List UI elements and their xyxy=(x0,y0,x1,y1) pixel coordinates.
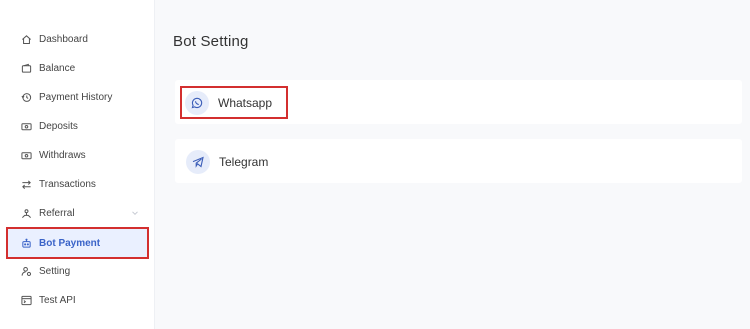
sidebar-item-balance[interactable]: Balance xyxy=(6,54,149,83)
whatsapp-option[interactable]: Whatsapp xyxy=(180,86,288,119)
robot-icon xyxy=(19,236,33,250)
sidebar-item-bot-payment[interactable]: Bot Payment xyxy=(6,227,149,259)
money-icon xyxy=(19,149,33,163)
terminal-icon xyxy=(19,294,33,308)
wallet-icon xyxy=(19,62,33,76)
bot-row-telegram[interactable]: Telegram xyxy=(175,139,742,183)
sidebar-item-label: Payment History xyxy=(39,92,113,103)
sidebar-item-setting[interactable]: Setting xyxy=(6,257,149,286)
sidebar: Dashboard Balance Payment History Deposi… xyxy=(0,0,155,329)
whatsapp-icon xyxy=(185,90,209,115)
sidebar-item-label: Setting xyxy=(39,266,71,277)
sidebar-item-referral[interactable]: Referral xyxy=(6,199,149,228)
sidebar-item-label: Transactions xyxy=(39,179,96,190)
home-icon xyxy=(19,33,33,47)
sidebar-item-label: Deposits xyxy=(39,121,78,132)
money-icon xyxy=(19,120,33,134)
bot-row-whatsapp[interactable]: Whatsapp xyxy=(175,80,742,124)
user-settings-icon xyxy=(19,265,33,279)
referral-icon xyxy=(19,207,33,221)
sidebar-item-transactions[interactable]: Transactions xyxy=(6,170,149,199)
sidebar-item-label: Dashboard xyxy=(39,34,88,45)
sidebar-item-withdraws[interactable]: Withdraws xyxy=(6,141,149,170)
chevron-down-icon[interactable] xyxy=(131,209,139,217)
sidebar-item-label: Referral xyxy=(39,208,75,219)
bot-label: Telegram xyxy=(219,154,269,169)
sidebar-item-label: Bot Payment xyxy=(39,237,101,249)
sidebar-item-label: Balance xyxy=(39,63,76,74)
page-title: Bot Setting xyxy=(173,33,249,50)
sidebar-item-dashboard[interactable]: Dashboard xyxy=(6,25,149,54)
sidebar-item-payment-history[interactable]: Payment History xyxy=(6,83,149,112)
telegram-icon xyxy=(186,149,210,174)
sidebar-item-label: Withdraws xyxy=(39,150,86,161)
transfer-icon xyxy=(19,178,33,192)
sidebar-item-label: Test API xyxy=(39,295,76,306)
telegram-option[interactable]: Telegram xyxy=(181,145,268,178)
sidebar-item-test-api[interactable]: Test API xyxy=(6,286,149,315)
bot-label: Whatsapp xyxy=(218,95,273,110)
history-icon xyxy=(19,91,33,105)
sidebar-item-deposits[interactable]: Deposits xyxy=(6,112,149,141)
